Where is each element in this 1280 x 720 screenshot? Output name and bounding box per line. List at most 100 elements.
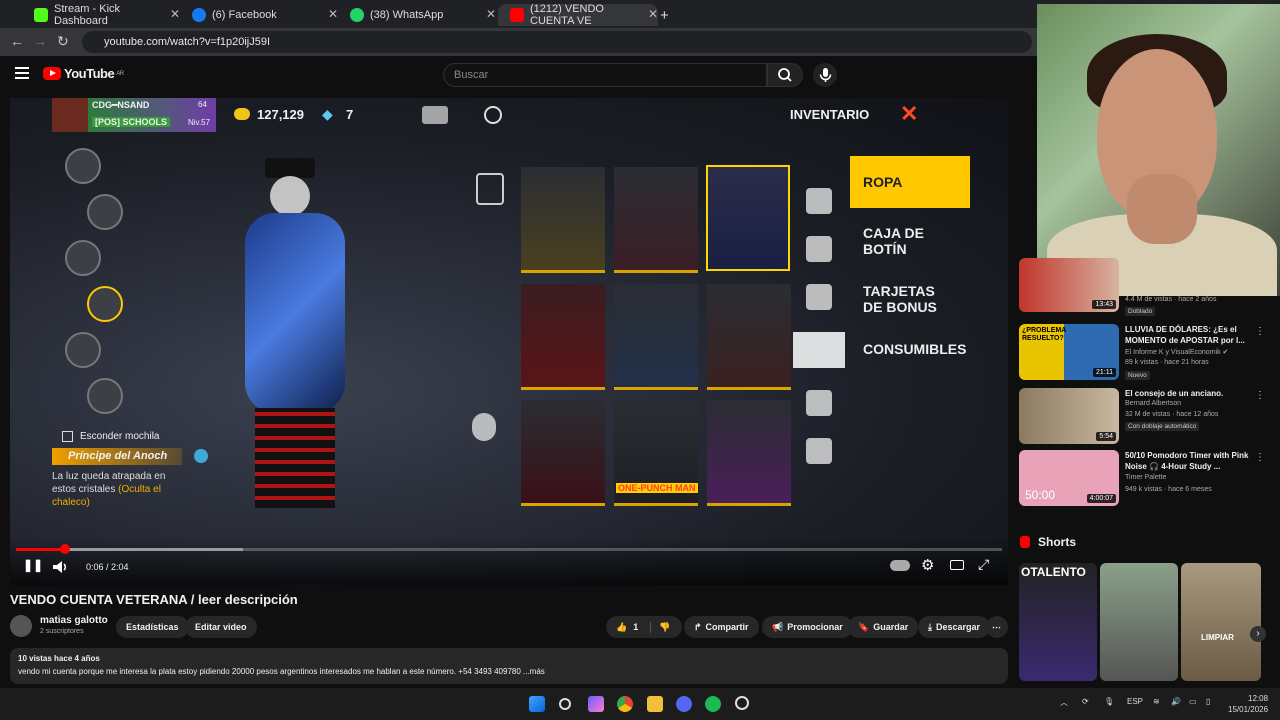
- copilot-icon[interactable]: [588, 696, 604, 712]
- search-icon[interactable]: [559, 698, 571, 710]
- close-inventory-icon: ✕: [900, 101, 919, 126]
- windows-taskbar: ︿ ⟳ 🎙 ESP ≋ 🔊 ▭ ▯ 12:08 15/01/2026: [0, 688, 1280, 720]
- save-button[interactable]: 🔖 Guardar: [848, 616, 919, 638]
- chrome-icon[interactable]: [617, 696, 633, 712]
- slot-shoes: [87, 378, 123, 414]
- reload-icon[interactable]: ↻: [57, 33, 69, 50]
- theater-mode-icon[interactable]: [950, 560, 964, 570]
- stats-button[interactable]: Estadísticas: [116, 616, 189, 638]
- windows-start-icon[interactable]: [529, 696, 545, 712]
- share-button[interactable]: ↱ Compartir: [684, 616, 759, 638]
- pause-icon[interactable]: ❚❚: [23, 558, 43, 572]
- item-slot: [521, 167, 605, 273]
- settings-gear-icon[interactable]: ⚙: [921, 556, 934, 574]
- thumbs-down-icon[interactable]: 👎: [650, 621, 670, 633]
- search-button[interactable]: [767, 63, 803, 87]
- video-thumbnail[interactable]: 5:54: [1019, 388, 1119, 444]
- app-icon[interactable]: [735, 696, 749, 710]
- volume-icon[interactable]: [52, 560, 70, 574]
- recommendation-card[interactable]: 5:54 El consejo de un anciano. Bernard A…: [1019, 388, 1280, 448]
- wifi-icon[interactable]: ≋: [1153, 697, 1160, 706]
- close-tab-icon[interactable]: ✕: [328, 7, 338, 21]
- file-explorer-icon[interactable]: [647, 696, 663, 712]
- outfit-slots: [65, 148, 123, 424]
- character-model: [235, 158, 355, 508]
- short-card[interactable]: [1100, 563, 1178, 681]
- thumbs-up-icon[interactable]: 👍: [616, 622, 627, 633]
- forward-icon[interactable]: →: [33, 33, 47, 49]
- item-slot: [521, 400, 605, 506]
- progress-bar[interactable]: [16, 544, 1002, 554]
- recommendation-card[interactable]: 13:43 4.4 M de vistas · hace 2 años Dobl…: [1019, 258, 1280, 316]
- megaphone-icon: 📢: [772, 621, 784, 632]
- webcam-overlay: [1037, 4, 1280, 296]
- item-slot: [614, 167, 698, 273]
- youtube-icon: [510, 8, 524, 22]
- video-thumbnail[interactable]: ¿PROBLEMA RESUELTO? 21:11: [1019, 324, 1119, 380]
- item-name: Príncipe del Anoch: [52, 448, 182, 465]
- short-card[interactable]: LIMPIAR: [1181, 563, 1261, 681]
- shorts-next-icon[interactable]: ›: [1250, 626, 1266, 642]
- new-tab-button[interactable]: +: [660, 4, 684, 26]
- category-ropa: ROPA: [850, 156, 970, 208]
- whatsapp-icon: [350, 8, 364, 22]
- more-actions-button[interactable]: ⋯: [986, 616, 1008, 638]
- glasses-icon: [806, 236, 832, 262]
- video-thumbnail[interactable]: 50:00 4:00:07: [1019, 450, 1119, 506]
- back-icon[interactable]: ←: [10, 33, 24, 49]
- fullscreen-icon[interactable]: ⤢: [978, 556, 989, 573]
- close-tab-icon[interactable]: ✕: [170, 7, 180, 21]
- search-icon: [778, 68, 792, 82]
- recommendation-card[interactable]: 50:00 4:00:07 50/10 Pomodoro Timer with P…: [1019, 450, 1280, 510]
- shorts-header: Shorts: [1020, 535, 1076, 549]
- item-slot: [521, 284, 605, 390]
- recommendation-card[interactable]: ¿PROBLEMA RESUELTO? 21:11 LLUVIA DE DÓLAR…: [1019, 324, 1280, 384]
- edit-video-button[interactable]: Editar video: [185, 616, 257, 638]
- item-slot: [614, 284, 698, 390]
- scrubber-handle[interactable]: [60, 544, 71, 554]
- card-icon: [422, 106, 448, 124]
- video-player[interactable]: CDG━NSAND 64 [POS] SCHOOLS Niv.57 127,12…: [10, 98, 1008, 585]
- download-button[interactable]: ⤓ Descargar: [918, 616, 991, 638]
- sync-icon[interactable]: ⟳: [1082, 697, 1089, 706]
- voice-search-button[interactable]: [813, 63, 837, 87]
- more-options-icon[interactable]: ⋮: [1255, 452, 1265, 463]
- short-card[interactable]: OTALENTO: [1019, 563, 1097, 681]
- battery-icon[interactable]: ▭: [1189, 697, 1197, 706]
- hamburger-menu-icon[interactable]: [15, 67, 29, 79]
- url-field[interactable]: youtube.com/watch?v=f1p20ijJ59I: [82, 31, 1032, 53]
- description-box[interactable]: 10 vistas hace 4 años vendo mi cuenta po…: [10, 648, 1008, 684]
- close-tab-icon[interactable]: ✕: [486, 7, 496, 21]
- inventory-categories: ROPA CAJA DE BOTÍN TARJETAS DE BONUS CON…: [850, 156, 970, 374]
- tray-chevron-icon[interactable]: ︿: [1060, 697, 1068, 708]
- channel-name[interactable]: matias galotto: [40, 615, 108, 626]
- phone-icon[interactable]: ▯: [1206, 697, 1210, 706]
- close-tab-icon[interactable]: ✕: [648, 7, 658, 21]
- speaker-icon[interactable]: 🔊: [1171, 697, 1181, 706]
- shorts-icon: [1020, 536, 1030, 548]
- channel-avatar[interactable]: [10, 615, 32, 637]
- category-tarjetas: TARJETAS DE BONUS: [863, 283, 937, 315]
- tab-youtube[interactable]: (1212) VENDO CUENTA VE ✕: [498, 3, 658, 27]
- facebook-icon: [192, 8, 206, 22]
- search-input[interactable]: Buscar: [443, 63, 767, 87]
- more-options-icon[interactable]: ⋮: [1255, 390, 1265, 401]
- youtube-header: YouTube AR Buscar: [0, 56, 1040, 94]
- player-controls: ❚❚ 0:06 / 2:04 ⚙ ⤢: [10, 538, 1008, 585]
- clock[interactable]: 12:08 15/01/2026: [1228, 693, 1268, 715]
- autoplay-toggle[interactable]: [890, 560, 910, 571]
- youtube-play-icon: [43, 67, 61, 80]
- spotify-icon[interactable]: [705, 696, 721, 712]
- tab-facebook[interactable]: (6) Facebook ✕: [180, 4, 338, 26]
- tab-whatsapp[interactable]: (38) WhatsApp ✕: [338, 4, 496, 26]
- promote-button[interactable]: 📢 Promocionar: [762, 616, 853, 638]
- youtube-logo[interactable]: YouTube AR: [43, 66, 124, 81]
- tab-kick[interactable]: Stream - Kick Dashboard ✕: [22, 3, 180, 27]
- more-options-icon[interactable]: ⋮: [1255, 326, 1265, 337]
- mic-icon[interactable]: 🎙: [1104, 697, 1114, 706]
- discord-icon[interactable]: [676, 696, 692, 712]
- subscriber-count: 2 suscriptores: [40, 628, 84, 635]
- support-icon: [484, 106, 502, 124]
- video-thumbnail[interactable]: 13:43: [1019, 258, 1119, 312]
- played-bar: [16, 548, 66, 551]
